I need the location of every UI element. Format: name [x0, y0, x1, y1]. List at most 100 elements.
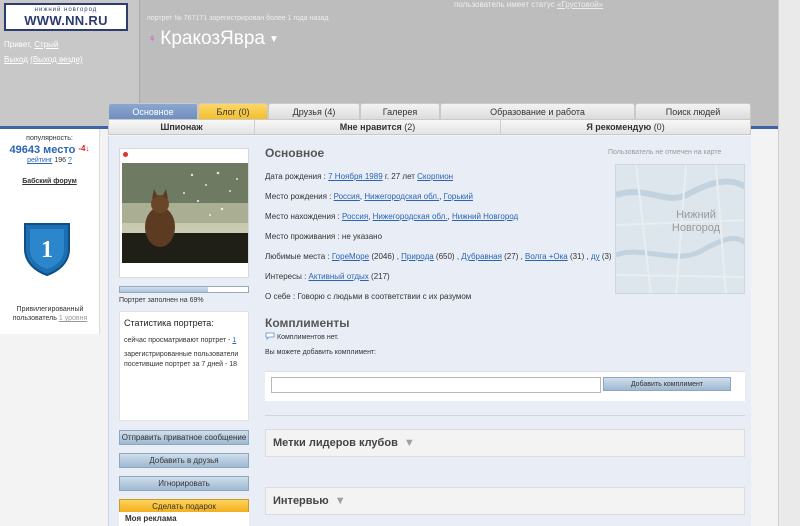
- interests-link[interactable]: Активный отдых: [309, 272, 369, 281]
- status-value-link[interactable]: «Грустовой»: [557, 0, 603, 9]
- privileged-level-link[interactable]: 1 уровня: [59, 315, 87, 322]
- fav-label: Любимые места :: [265, 252, 330, 261]
- tab-people-search[interactable]: Поиск людей: [635, 103, 751, 119]
- tab-recommend[interactable]: Я рекомендую (0): [501, 120, 750, 134]
- add-compliment-button[interactable]: Добавить комплимент: [603, 377, 731, 391]
- compliments-empty-text: Комплиментов нет.: [277, 333, 339, 341]
- residence-label: Место проживания :: [265, 232, 340, 241]
- site-logo[interactable]: нижний новгород WWW.NN.RU: [4, 3, 128, 31]
- tab-friends[interactable]: Друзья (4): [268, 103, 360, 119]
- user-status: пользователь имеет статус «Грустовой»: [454, 0, 603, 9]
- rating-link[interactable]: рейтинг: [27, 157, 52, 164]
- location-city-link[interactable]: Нижний Новгород: [452, 212, 518, 221]
- about-value: Говорю с людьми в соответствии с их разу…: [297, 292, 472, 301]
- portrait-stats: Статистика портрета: сейчас просматриваю…: [119, 311, 249, 421]
- map-note: Пользователь не отмечен на карте: [608, 149, 722, 156]
- birthplace-city-link[interactable]: Горький: [444, 192, 473, 201]
- shield-number: 1: [41, 237, 53, 263]
- privileged-status: Привилегированный пользователь 1 уровня: [0, 305, 100, 323]
- now-viewing-label: сейчас просматривают портрет -: [124, 337, 231, 344]
- fav-place-count: (27) ,: [504, 252, 523, 261]
- compliments-add-label: Вы можете добавить комплимент:: [265, 349, 377, 356]
- greeting-prefix: Привет,: [4, 40, 33, 49]
- place-delta: -4↓: [78, 144, 90, 153]
- my-ads-heading: Моя реклама: [119, 512, 249, 526]
- tab-likes-count: (2): [404, 122, 416, 132]
- interview-title: Интервью: [273, 495, 329, 507]
- profile-content: Портрет заполнен на 69% Статистика портр…: [108, 136, 751, 526]
- birthplace-country-link[interactable]: Россия: [334, 192, 360, 201]
- profile-fill-progress-bar: [120, 287, 209, 292]
- offline-status-dot: [123, 152, 128, 157]
- fav-place-link[interactable]: ду: [591, 252, 600, 261]
- photo-box: [119, 148, 249, 278]
- photo-column: Портрет заполнен на 69% Статистика портр…: [119, 148, 249, 526]
- ignore-button[interactable]: Игнорировать: [119, 476, 249, 491]
- status-prefix: пользователь имеет статус: [454, 0, 555, 9]
- nickname-text: КракозЯвра: [160, 28, 265, 49]
- tab-gallery[interactable]: Галерея: [360, 103, 440, 119]
- birthplace-region-link[interactable]: Нижегородская обл.: [364, 192, 439, 201]
- tab-recommend-label: Я рекомендую: [586, 122, 652, 132]
- female-icon: ♀: [148, 33, 157, 45]
- tabs-primary: Основное Блог (0) Друзья (4) Галерея Обр…: [108, 103, 751, 119]
- about-label: О себе :: [265, 292, 296, 301]
- interests-count: (217): [371, 272, 390, 281]
- stats-visitors: зарегистрированные пользователи посетивш…: [124, 351, 239, 368]
- compliments-title: Комплименты: [265, 316, 350, 330]
- chevron-down-icon[interactable]: ▼: [269, 34, 279, 45]
- tab-likes-label: Мне нравится: [339, 122, 402, 132]
- stats-title: Статистика портрета:: [124, 318, 214, 328]
- fav-place-count: (3): [601, 252, 612, 261]
- compliment-form: Добавить комплимент: [265, 371, 745, 401]
- left-sidebar: популярность: 49643 место -4↓ рейтинг 19…: [0, 129, 100, 334]
- popularity-label: популярность:: [26, 135, 73, 142]
- profile-photo[interactable]: [122, 163, 248, 263]
- rating-help-link[interactable]: ?: [68, 157, 72, 164]
- compliments-empty: Комплиментов нет.: [265, 332, 339, 342]
- fav-place-link[interactable]: Природа: [401, 252, 434, 261]
- send-private-message-button[interactable]: Отправить приватное сообщение: [119, 430, 249, 445]
- fav-place-count: (650) ,: [435, 252, 460, 261]
- tab-education-work[interactable]: Образование и работа: [440, 103, 635, 119]
- location-label: Место нахождения :: [265, 212, 340, 221]
- compliment-input[interactable]: [271, 377, 601, 393]
- level-shield-icon[interactable]: 1: [22, 221, 72, 277]
- fav-place-link[interactable]: ГореМоре: [332, 252, 369, 261]
- add-friend-button[interactable]: Добавить в друзья: [119, 453, 249, 468]
- location-country-link[interactable]: Россия: [342, 212, 368, 221]
- speech-bubble-icon: [265, 332, 275, 342]
- place-value: 49643 место: [9, 144, 76, 156]
- rating-value: 196: [54, 157, 66, 164]
- greeting: Привет, Стрый: [4, 40, 58, 49]
- fav-place-count: (2046) ,: [371, 252, 399, 261]
- interview-panel[interactable]: Интервью ▼: [265, 487, 745, 515]
- tab-spy[interactable]: Шпионаж: [109, 120, 255, 134]
- residence-value: не указано: [341, 232, 383, 241]
- fav-place-link[interactable]: Дубравная: [461, 252, 502, 261]
- birth-label: Дата рождения :: [265, 172, 326, 181]
- profile-nickname[interactable]: ♀ КракозЯвра ▼: [148, 28, 279, 50]
- birth-age: г. 27 лет: [384, 172, 415, 181]
- location-region-link[interactable]: Нижегородская обл.: [373, 212, 448, 221]
- tab-likes[interactable]: Мне нравится (2): [255, 120, 501, 134]
- zodiac-link[interactable]: Скорпион: [417, 172, 453, 181]
- fav-place-link[interactable]: Волга +Ока: [525, 252, 568, 261]
- club-leaders-panel[interactable]: Метки лидеров клубов ▼: [265, 429, 745, 457]
- club-leaders-title: Метки лидеров клубов: [273, 437, 398, 449]
- logout-link[interactable]: Выход: [4, 55, 28, 64]
- arrow-down-icon[interactable]: ▼: [335, 495, 346, 507]
- now-viewing-count[interactable]: 1: [232, 337, 236, 344]
- forum-link[interactable]: Бабский форум: [0, 178, 99, 185]
- location-map[interactable]: Нижний Новгород: [615, 164, 745, 294]
- rating: рейтинг 196 ?: [0, 157, 99, 164]
- birth-date-link[interactable]: 7 Ноября 1989: [328, 172, 383, 181]
- main-column: Основное Пользователь не отмечен на карт…: [265, 146, 745, 526]
- tab-blog[interactable]: Блог (0): [198, 103, 268, 119]
- greeting-user-link[interactable]: Стрый: [34, 40, 58, 49]
- tab-main[interactable]: Основное: [108, 103, 198, 119]
- arrow-down-icon[interactable]: ▼: [404, 437, 415, 449]
- tabs-secondary: Шпионаж Мне нравится (2) Я рекомендую (0…: [108, 119, 751, 135]
- cat-photo-illustration: [122, 163, 248, 263]
- logout-everywhere-link[interactable]: (Выход везде): [30, 55, 83, 64]
